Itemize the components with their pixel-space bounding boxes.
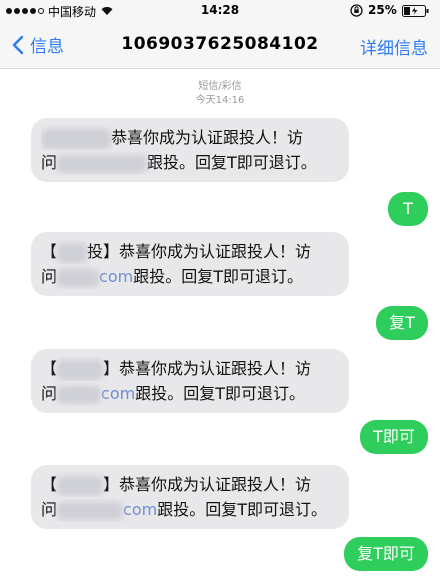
outgoing-message[interactable]: T即可 [360, 420, 428, 454]
link-suffix[interactable]: com [123, 500, 157, 519]
redacted-link [57, 268, 100, 287]
incoming-message[interactable]: 【 】恭喜你成为认证跟投人！访 问 com跟投。回复T即可退订。 [31, 465, 349, 529]
message-prefix: 问 [41, 267, 58, 286]
battery-icon [402, 5, 430, 20]
redacted-sender [57, 242, 88, 263]
message-bracket: 【 [41, 359, 58, 378]
message-line-1: 恭喜你成为认证跟投人！访 [111, 128, 304, 147]
redacted-link [57, 501, 124, 520]
message-line-2: 跟投。回复T即可退订。 [157, 500, 327, 519]
thread-timestamp: 今天14:16 [195, 95, 245, 106]
back-button[interactable]: 信息 [12, 32, 64, 57]
message-line-1: 恭喜你成为认证跟投人！访 [119, 359, 312, 378]
message-prefix: 问 [41, 500, 58, 519]
message-prefix: 问 [41, 384, 58, 403]
redacted-sender [57, 475, 104, 496]
outgoing-message[interactable]: T [388, 192, 428, 226]
redacted-link [57, 385, 102, 404]
message-prefix: 问 [41, 153, 58, 172]
thread-header: 短信/彩信 今天14:16 [0, 80, 440, 108]
message-type-label: 短信/彩信 [198, 81, 242, 92]
message-bracket-close: 】 [103, 475, 120, 494]
details-button[interactable]: 详细信息 [360, 34, 428, 59]
redacted-sender [57, 359, 104, 380]
nav-bar: 信息 1069037625084102 详细信息 [0, 22, 440, 69]
outgoing-message[interactable]: 复T [376, 306, 428, 340]
battery-percentage: 25% [368, 3, 397, 17]
outgoing-message[interactable]: 复T即可 [344, 537, 428, 571]
message-line-1: 恭喜你成为认证跟投人！访 [119, 475, 312, 494]
link-suffix[interactable]: com [101, 384, 135, 403]
incoming-message[interactable]: 【 】恭喜你成为认证跟投人！访 问 com跟投。回复T即可退订。 [31, 349, 349, 413]
status-bar: 中国移动 14:28 25% [0, 0, 440, 22]
redacted-sender [41, 128, 111, 149]
back-label: 信息 [30, 37, 64, 57]
message-line-1: 恭喜你成为认证跟投人！访 [119, 242, 312, 261]
incoming-message[interactable]: 恭喜你成为认证跟投人！访 问 跟投。回复T即可退订。 [31, 118, 349, 182]
message-bracket-close: 投】 [87, 242, 120, 261]
rotation-lock-icon [350, 4, 363, 20]
incoming-message[interactable]: 【 投】恭喜你成为认证跟投人！访 问 com跟投。回复T即可退订。 [31, 232, 349, 296]
message-bracket: 【 [41, 242, 58, 261]
conversation-title: 1069037625084102 [121, 34, 319, 54]
message-line-2: 跟投。回复T即可退订。 [135, 384, 305, 403]
message-line-2: 跟投。回复T即可退订。 [133, 267, 303, 286]
message-bracket: 【 [41, 475, 58, 494]
redacted-link [57, 154, 148, 173]
chevron-left-icon [12, 35, 24, 54]
link-suffix[interactable]: com [99, 267, 133, 286]
message-line-2: 跟投。回复T即可退订。 [147, 153, 317, 172]
message-bracket-close: 】 [103, 359, 120, 378]
